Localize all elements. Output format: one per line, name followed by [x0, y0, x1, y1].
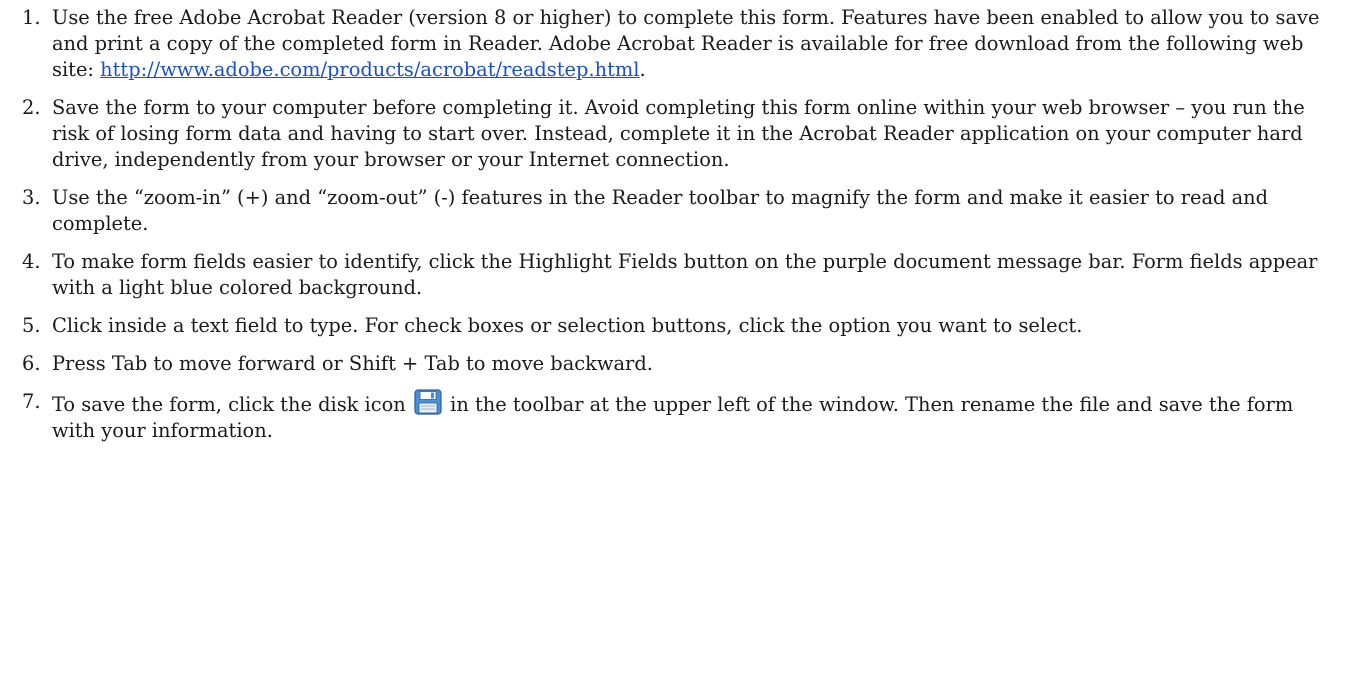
- step-text: Save the form to your computer before co…: [52, 96, 1305, 171]
- step-number: 1.: [22, 6, 41, 29]
- instruction-step-7: 7. To save the form, click the disk icon…: [16, 389, 1329, 444]
- step-number: 6.: [22, 352, 41, 375]
- step-text: Click inside a text field to type. For c…: [52, 314, 1083, 337]
- step-number: 5.: [22, 314, 41, 337]
- step-text: To save the form, click the disk icon: [52, 393, 412, 416]
- step-number: 3.: [22, 186, 41, 209]
- step-number: 4.: [22, 250, 41, 273]
- step-text: Press Tab to move forward or Shift + Tab…: [52, 352, 653, 375]
- step-number: 7.: [22, 390, 41, 413]
- acrobat-download-link[interactable]: http://www.adobe.com/products/acrobat/re…: [100, 58, 639, 81]
- step-number: 2.: [22, 96, 41, 119]
- instruction-step-2: 2. Save the form to your computer before…: [16, 95, 1329, 173]
- disk-icon: [414, 389, 442, 415]
- step-text: To make form fields easier to identify, …: [52, 250, 1318, 299]
- instructions-page: 1. Use the free Adobe Acrobat Reader (ve…: [0, 0, 1369, 683]
- instruction-step-5: 5. Click inside a text field to type. Fo…: [16, 313, 1329, 339]
- instruction-step-1: 1. Use the free Adobe Acrobat Reader (ve…: [16, 5, 1329, 83]
- instruction-list: 1. Use the free Adobe Acrobat Reader (ve…: [16, 5, 1329, 444]
- instruction-step-3: 3. Use the “zoom-in” (+) and “zoom-out” …: [16, 185, 1329, 237]
- instruction-step-4: 4. To make form fields easier to identif…: [16, 249, 1329, 301]
- step-text: Use the “zoom-in” (+) and “zoom-out” (-)…: [52, 186, 1269, 235]
- step-text-end: .: [639, 58, 646, 81]
- instruction-step-6: 6. Press Tab to move forward or Shift + …: [16, 351, 1329, 377]
